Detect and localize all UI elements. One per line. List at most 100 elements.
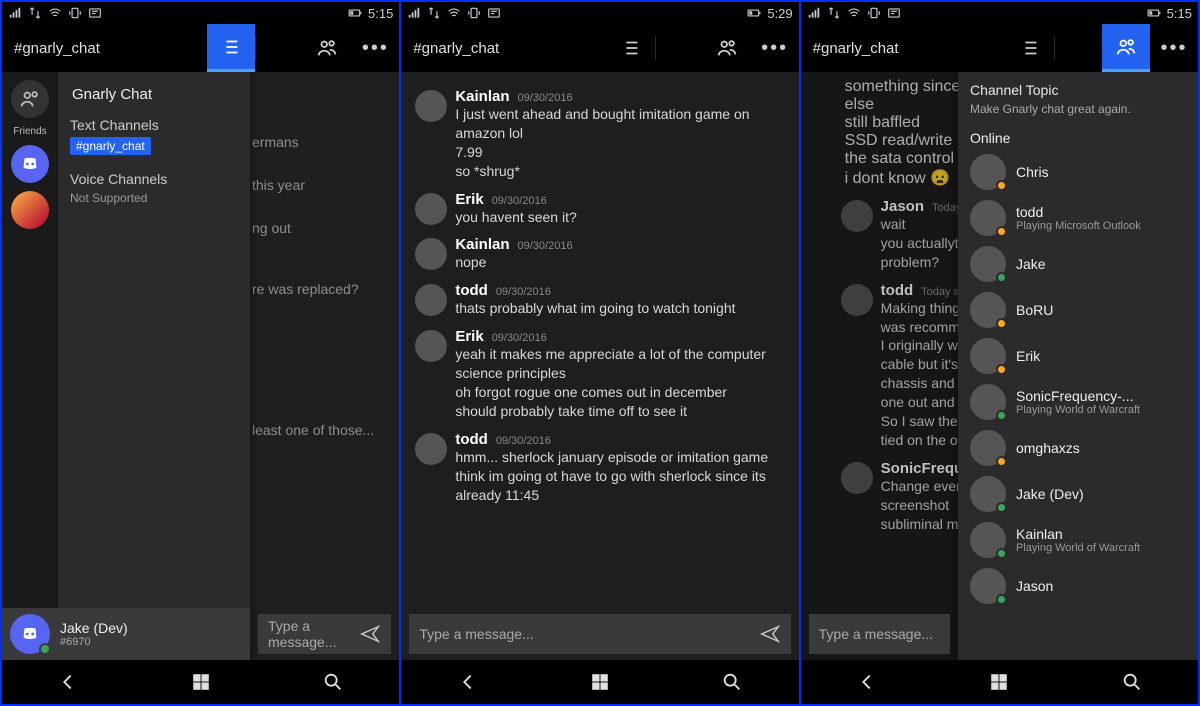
text-channels-header[interactable]: Text Channels [70,117,238,133]
message-avatar[interactable] [415,193,447,225]
voice-channels-header[interactable]: Voice Channels [70,171,238,187]
clock: 5:29 [767,6,792,21]
message-body: Erik09/30/2016yeah it makes me appreciat… [455,328,784,421]
back-icon[interactable] [457,671,479,693]
search-icon[interactable] [322,671,344,693]
member-list[interactable]: Chris toddPlaying Microsoft Outlook Jake Bo… [970,154,1186,604]
user-bar[interactable]: Jake (Dev) #6970 [2,608,250,660]
message-body: todd09/30/2016hmm... sherlock january ep… [455,431,784,505]
message-author[interactable]: todd [455,431,487,448]
member-avatar[interactable] [970,338,1006,374]
member-item[interactable]: omghaxzs [970,430,1186,466]
message-avatar[interactable] [415,90,447,122]
channels-drawer-button[interactable] [607,24,655,72]
notification-icon [487,6,501,20]
search-icon[interactable] [1121,671,1143,693]
back-icon[interactable] [856,671,878,693]
member-avatar[interactable] [970,476,1006,512]
channel-item[interactable]: #gnarly_chat [70,137,151,155]
message-avatar[interactable] [415,284,447,316]
member-name: Kainlan [1016,526,1140,542]
message-input-bar[interactable]: Type a message... [809,614,950,654]
members-drawer-button[interactable] [703,24,751,72]
friends-icon [19,88,41,110]
server-button[interactable] [11,191,49,229]
member-avatar[interactable] [970,154,1006,190]
members-drawer-button[interactable] [1102,24,1150,72]
home-icon[interactable] [589,671,611,693]
message-author[interactable]: Kainlan [455,236,509,253]
send-icon[interactable] [359,623,381,645]
message-avatar[interactable] [415,238,447,270]
member-avatar[interactable] [970,292,1006,328]
message-list[interactable]: Kainlan09/30/2016I just went ahead and b… [401,72,798,660]
member-avatar[interactable] [970,200,1006,236]
friends-button[interactable] [11,80,49,118]
dim-overlay[interactable] [250,72,399,660]
member-item[interactable]: Jason [970,568,1186,604]
message[interactable]: Kainlan09/30/2016nope [415,236,784,272]
member-playing: Playing Microsoft Outlook [1016,220,1141,232]
server-rail: Friends [2,72,58,660]
message-input[interactable]: Type a message... [819,626,940,642]
channels-drawer-button[interactable] [207,24,255,72]
people-icon [716,37,738,59]
dim-overlay[interactable] [801,72,958,660]
message[interactable]: Erik09/30/2016yeah it makes me appreciat… [415,328,784,421]
message-input[interactable]: Type a message... [268,618,359,650]
channel-name[interactable]: #gnarly_chat [2,40,207,57]
message-avatar[interactable] [415,330,447,362]
message-input[interactable]: Type a message... [419,626,758,642]
member-avatar[interactable] [970,522,1006,558]
channel-name[interactable]: #gnarly_chat [801,40,1006,57]
home-icon[interactable] [190,671,212,693]
message[interactable]: Erik09/30/2016you havent seen it? [415,191,784,227]
member-avatar[interactable] [970,568,1006,604]
members-drawer-button[interactable] [303,24,351,72]
phone-screen-1: 5:15 #gnarly_chat ••• ermans this year n… [2,2,399,704]
more-icon: ••• [362,37,389,60]
member-name: Jake (Dev) [1016,486,1084,502]
member-item[interactable]: KainlanPlaying World of Warcraft [970,522,1186,558]
signal-icon [807,6,821,20]
status-dot-online [39,643,51,655]
vibrate-icon [68,6,82,20]
search-icon[interactable] [721,671,743,693]
member-item[interactable]: Erik [970,338,1186,374]
member-avatar[interactable] [970,384,1006,420]
member-item[interactable]: Chris [970,154,1186,190]
member-item[interactable]: Jake (Dev) [970,476,1186,512]
message-input-bar[interactable]: Type a message... [258,614,391,654]
status-dot-idle [996,364,1007,375]
message[interactable]: Kainlan09/30/2016I just went ahead and b… [415,88,784,181]
member-item[interactable]: SonicFrequency-...Playing World of Warcr… [970,384,1186,420]
user-avatar[interactable] [10,614,50,654]
member-avatar[interactable] [970,430,1006,466]
voice-not-supported: Not Supported [70,191,238,205]
more-button[interactable]: ••• [1150,24,1198,72]
list-icon [1019,37,1041,59]
member-item[interactable]: toddPlaying Microsoft Outlook [970,200,1186,236]
message-input-bar[interactable]: Type a message... [409,614,790,654]
more-button[interactable]: ••• [751,24,799,72]
member-item[interactable]: Jake [970,246,1186,282]
message-author[interactable]: Kainlan [455,88,509,105]
nav-bar [401,660,798,704]
message-author[interactable]: Erik [455,191,483,208]
message-author[interactable]: Erik [455,328,483,345]
server-button[interactable] [11,145,49,183]
message[interactable]: todd09/30/2016thats probably what im goi… [415,282,784,318]
back-icon[interactable] [57,671,79,693]
user-name: Jake (Dev) [60,620,128,636]
message-avatar[interactable] [415,433,447,465]
channels-drawer-button[interactable] [1006,24,1054,72]
channel-name[interactable]: #gnarly_chat [401,40,606,57]
home-icon[interactable] [988,671,1010,693]
member-avatar[interactable] [970,246,1006,282]
message-author[interactable]: todd [455,282,487,299]
send-icon[interactable] [759,623,781,645]
status-dot-idle [996,318,1007,329]
member-item[interactable]: BoRU [970,292,1186,328]
message[interactable]: todd09/30/2016hmm... sherlock january ep… [415,431,784,505]
more-button[interactable]: ••• [351,24,399,72]
